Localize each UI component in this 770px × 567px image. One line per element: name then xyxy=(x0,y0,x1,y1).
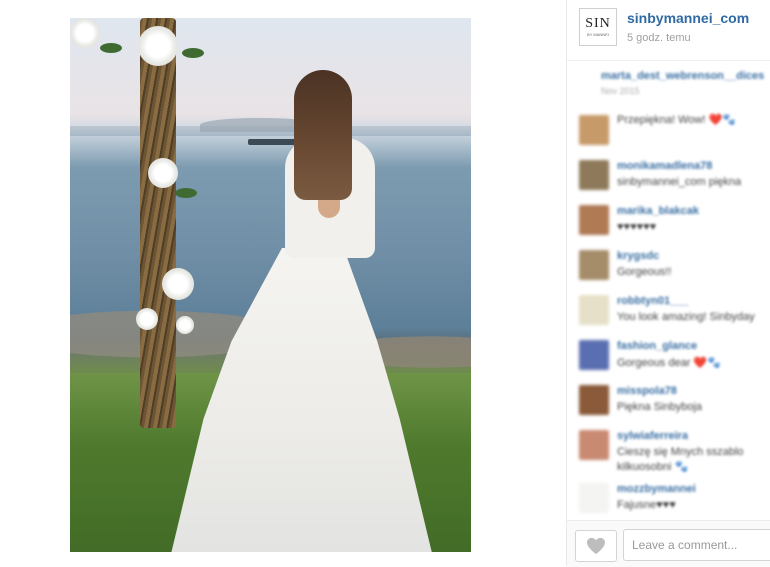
commenter-avatar[interactable] xyxy=(579,385,609,415)
comment-username[interactable]: sylwiaferreira xyxy=(617,430,688,442)
comment-item: sylwiaferreira Cieszę się Mnych sszablo … xyxy=(567,424,770,473)
comment-username[interactable]: mozzbymannei xyxy=(617,483,696,495)
avatar-logo: SIN xyxy=(585,16,611,31)
comment-item: mozzbymannei Fajusne♥♥♥ xyxy=(567,477,770,516)
like-button[interactable] xyxy=(575,530,617,562)
leaf xyxy=(100,43,122,53)
leaf xyxy=(175,188,197,198)
comment-item: krygsdc Gorgeous!! xyxy=(567,244,770,289)
flower xyxy=(138,26,178,66)
flower-arch xyxy=(140,18,176,428)
comment-text: Fajusne♥♥♥ xyxy=(617,499,676,511)
commenter-avatar[interactable] xyxy=(579,205,609,235)
flower xyxy=(70,18,100,48)
comment-text: Gorgeous dear ❤️🐾 xyxy=(617,357,721,369)
comment-item: robbtyn01___ You look amazing! Sinbyday xyxy=(567,289,770,334)
comment-text: sinbymannei_com piękna xyxy=(617,176,742,188)
comment-item: marika_blakcak ♥♥♥♥♥♥ xyxy=(567,199,770,244)
heart-icon xyxy=(587,537,605,555)
user-avatar[interactable]: SIN BY MANNEI xyxy=(579,8,617,46)
hair xyxy=(294,70,352,200)
flower xyxy=(148,158,178,188)
comment-list[interactable]: marta_dest_webrenson__dices Nov 2015 Prz… xyxy=(567,64,770,516)
comment-text-line2: kilkuosobni 🐾 xyxy=(617,461,689,473)
avatar-logo-sub: BY MANNEI xyxy=(587,32,609,37)
comment-text: ♥♥♥♥♥♥ xyxy=(617,221,657,233)
commenter-avatar[interactable] xyxy=(579,115,609,145)
comment-text: Gorgeous!! xyxy=(617,266,672,278)
comment-item: monikamadlena78 sinbymannei_com piękna xyxy=(567,154,770,199)
comment-username[interactable]: krygsdc xyxy=(617,250,659,262)
comment-username[interactable]: fashion_glance xyxy=(617,340,697,352)
commenter-avatar[interactable] xyxy=(579,250,609,280)
flower xyxy=(136,308,158,330)
commenter-avatar[interactable] xyxy=(579,340,609,370)
post-username[interactable]: sinbymannei_com xyxy=(627,10,749,26)
comment-input[interactable] xyxy=(623,529,770,561)
post-header: SIN BY MANNEI sinbymannei_com 5 godz. te… xyxy=(567,0,770,60)
comment-username[interactable]: monikamadlena78 xyxy=(617,160,712,172)
comment-username[interactable]: robbtyn01___ xyxy=(617,295,689,307)
photo-boat xyxy=(248,139,298,145)
comment-item: fashion_glance Gorgeous dear ❤️🐾 xyxy=(567,334,770,379)
flower xyxy=(176,316,194,334)
comment-text: Piękna Sinbyboja xyxy=(617,401,703,413)
comment-text: You look amazing! Sinbyday xyxy=(617,311,755,323)
comment-item: Przepiękna! Wow! ❤️🐾 xyxy=(567,109,770,154)
flower xyxy=(162,268,194,300)
comment-item: misspola78 Piękna Sinbyboja xyxy=(567,379,770,424)
post-photo[interactable] xyxy=(70,18,471,552)
commenter-avatar[interactable] xyxy=(579,430,609,460)
comment-text: Cieszę się Mnych sszablo xyxy=(617,446,744,458)
comment-text: Przepiękna! Wow! ❤️🐾 xyxy=(617,114,736,126)
commenter-avatar[interactable] xyxy=(579,483,609,513)
comment-username[interactable]: marta_dest_webrenson__dices xyxy=(601,70,764,82)
post-sidebar: SIN BY MANNEI sinbymannei_com 5 godz. te… xyxy=(566,0,770,567)
commenter-avatar[interactable] xyxy=(579,160,609,190)
leaf xyxy=(182,48,204,58)
post-time: 5 godz. temu xyxy=(627,32,691,44)
comment-meta: Nov 2015 xyxy=(601,86,640,96)
comment-username[interactable]: misspola78 xyxy=(617,385,677,397)
header-divider xyxy=(567,60,770,61)
comment-username[interactable]: marika_blakcak xyxy=(617,205,699,217)
comment-footer xyxy=(567,520,770,567)
commenter-avatar[interactable] xyxy=(579,295,609,325)
comment-item: marta_dest_webrenson__dices Nov 2015 xyxy=(567,64,770,109)
